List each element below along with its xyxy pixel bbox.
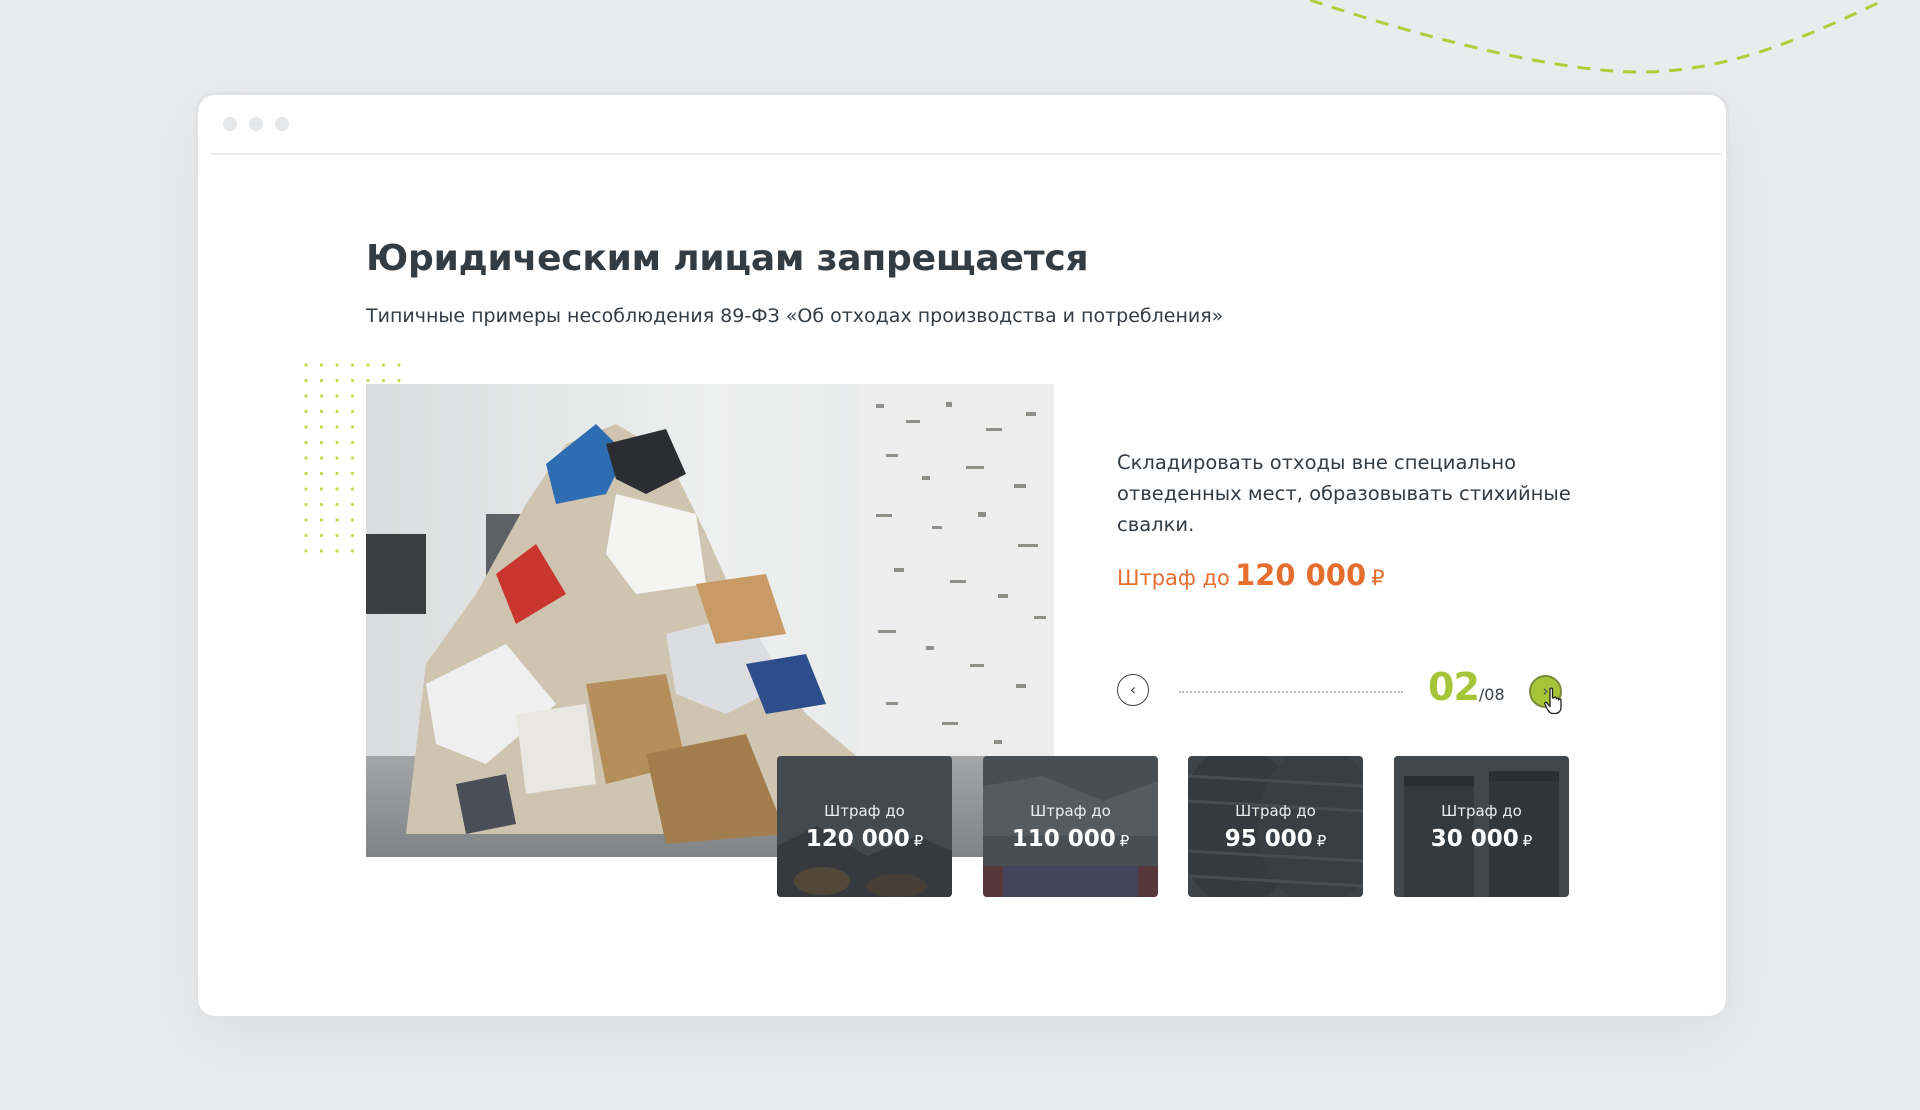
window-dot-icon <box>223 117 237 131</box>
slide-fine: Штраф до 120 000 ₽ <box>1117 558 1385 592</box>
thumbnail-card[interactable]: Штраф до 110 000 ₽ <box>983 756 1158 897</box>
browser-titlebar <box>198 95 1726 153</box>
window-dot-icon <box>275 117 289 131</box>
thumbnail-label: Штраф до <box>1030 802 1111 820</box>
thumbnail-label: Штраф до <box>824 802 905 820</box>
titlebar-divider <box>210 153 1722 155</box>
thumbnail-label: Штраф до <box>1235 802 1316 820</box>
thumbnail-currency: ₽ <box>1522 832 1533 850</box>
thumbnail-card[interactable]: Штраф до 120 000 ₽ <box>777 756 952 897</box>
slider-progress-line <box>1179 691 1403 693</box>
hand-pointer-icon <box>1544 687 1562 715</box>
fine-currency: ₽ <box>1371 566 1385 590</box>
page-title: Юридическим лицам запрещается <box>366 238 1089 279</box>
thumbnail-amount: 30 000 <box>1430 826 1519 852</box>
slide-counter: 02/08 <box>1428 665 1505 709</box>
total-slides: /08 <box>1478 685 1505 704</box>
thumbnail-currency: ₽ <box>1119 832 1130 850</box>
fine-amount: 120 000 <box>1234 558 1367 592</box>
page-subtitle: Типичные примеры несоблюдения 89-ФЗ «Об … <box>366 305 1224 327</box>
prev-slide-button[interactable]: ‹ <box>1117 674 1149 706</box>
fine-label: Штраф до <box>1117 566 1230 590</box>
thumbnail-amount: 120 000 <box>805 826 910 852</box>
slide-description: Складировать отходы вне специально отвед… <box>1117 451 1571 536</box>
chevron-left-icon: ‹ <box>1129 680 1137 699</box>
thumbnail-card[interactable]: Штраф до 30 000 ₽ <box>1394 756 1569 897</box>
thumbnail-currency: ₽ <box>1316 832 1327 850</box>
thumbnail-amount: 110 000 <box>1011 826 1116 852</box>
thumbnail-amount: 95 000 <box>1224 826 1313 852</box>
browser-window: Юридическим лицам запрещается Типичные п… <box>195 92 1729 1019</box>
window-dot-icon <box>249 117 263 131</box>
thumbnail-label: Штраф до <box>1441 802 1522 820</box>
thumbnail-currency: ₽ <box>913 832 924 850</box>
current-slide-number: 02 <box>1428 665 1480 709</box>
thumbnail-card[interactable]: Штраф до 95 000 ₽ <box>1188 756 1363 897</box>
